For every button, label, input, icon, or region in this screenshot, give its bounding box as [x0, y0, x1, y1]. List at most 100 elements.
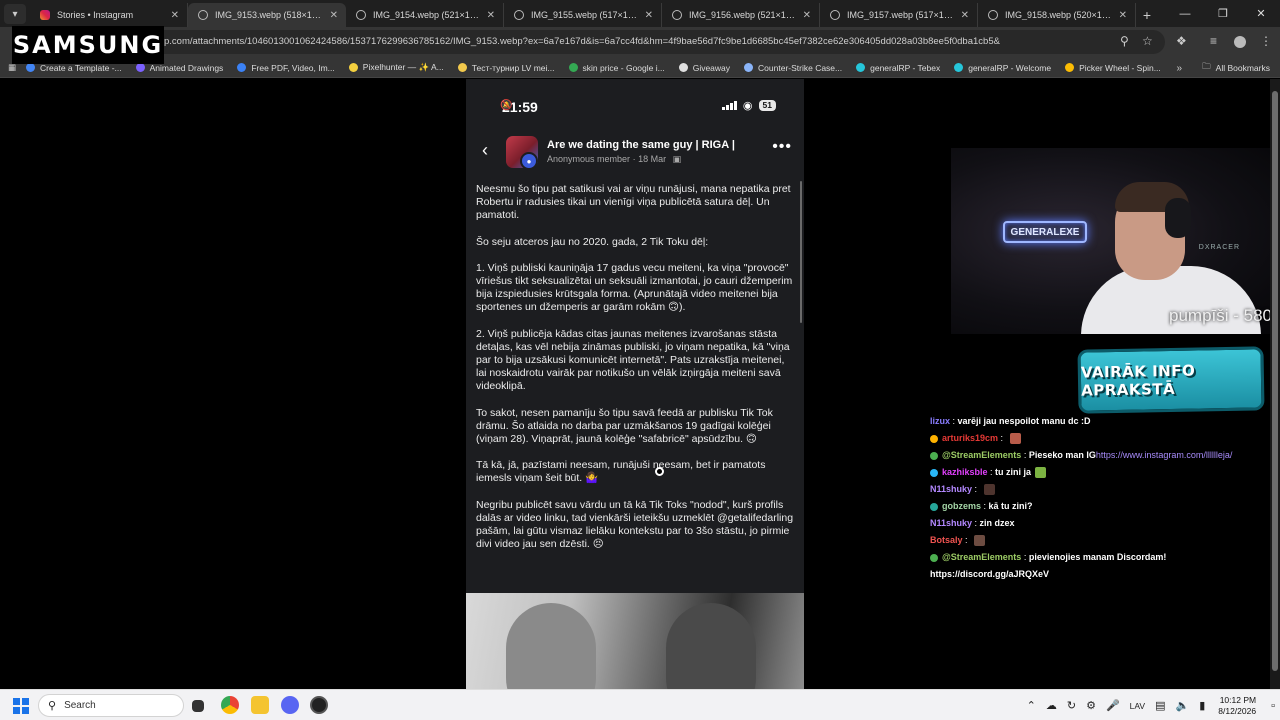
chat-emote-icon: [1035, 467, 1047, 478]
page-scrollbar[interactable]: [1270, 79, 1280, 689]
chat-username[interactable]: @StreamElements: [942, 447, 1021, 464]
url-bar[interactable]: p.com/attachments/1046013001062424586/15…: [150, 30, 1165, 54]
globe-icon: [198, 10, 208, 20]
bookmark-label: Giveaway: [692, 62, 731, 73]
tab-title: IMG_9153.webp (518×1024): [215, 10, 324, 20]
chat-link[interactable]: https://www.instagram.com/lllllleja/: [1096, 447, 1233, 464]
back-icon[interactable]: ‹: [482, 140, 488, 161]
chevron-up-icon[interactable]: ⌃: [1027, 699, 1036, 712]
tab-search-button[interactable]: ▾: [4, 4, 26, 24]
post-header: ‹ ● Are we dating the same guy | RIGA | …: [466, 134, 804, 170]
notification-icon[interactable]: ▫: [1271, 700, 1275, 712]
chat-text: Pieseko man IG: [1028, 450, 1096, 460]
chrome-icon[interactable]: [221, 696, 239, 714]
taskbar-search[interactable]: ⚲ Search: [38, 694, 184, 717]
neon-sign: GENERALEXE: [1003, 221, 1087, 243]
browser-tab[interactable]: IMG_9155.webp (517×1024) ✕: [504, 3, 662, 27]
chat-username[interactable]: Botsaly: [930, 532, 963, 549]
taskbar-clock[interactable]: 10:12 PM 8/12/2026: [1218, 695, 1256, 717]
bookmark-item[interactable]: Тест-турнир LV mei...: [457, 62, 555, 73]
bookmark-item[interactable]: Create a Template -...: [26, 63, 122, 73]
chat-separator: :: [972, 518, 980, 528]
bookmark-item[interactable]: Free PDF, Video, Im...: [237, 63, 335, 73]
browser-tab[interactable]: IMG_9158.webp (520×1024) ✕: [978, 3, 1136, 27]
browser-tab[interactable]: Stories • Instagram ✕: [30, 3, 188, 27]
post-photo[interactable]: [466, 593, 804, 689]
chat-username[interactable]: arturiks19cm: [942, 430, 998, 447]
instagram-icon: [40, 10, 50, 20]
discord-icon[interactable]: [281, 696, 299, 714]
bookmark-item[interactable]: generalRP - Welcome: [954, 63, 1051, 73]
microphone-icon[interactable]: 🎤: [1106, 699, 1120, 712]
maximize-icon[interactable]: ❐: [1204, 0, 1242, 27]
tray-app-icon[interactable]: ☁: [1046, 699, 1057, 712]
minimize-icon[interactable]: —: [1166, 0, 1204, 27]
zoom-icon[interactable]: ⚲: [1120, 34, 1129, 48]
settings-icon[interactable]: ⚙: [1086, 699, 1096, 712]
chat-username[interactable]: N11shuky: [930, 515, 972, 532]
chat-username[interactable]: N11shuky: [930, 481, 972, 498]
bookmark-item[interactable]: Pixelhunter — ✨ A...: [348, 62, 444, 73]
tab-close-icon[interactable]: ✕: [330, 10, 338, 21]
bookmark-item[interactable]: skin price - Google i...: [568, 62, 665, 73]
browser-menu-icon[interactable]: ⋮: [1260, 34, 1272, 48]
tab-close-icon[interactable]: ✕: [1119, 10, 1127, 21]
chat-username[interactable]: gobzems: [942, 498, 981, 515]
task-view-icon[interactable]: [192, 700, 204, 712]
sync-icon[interactable]: ↻: [1067, 699, 1076, 712]
more-options-icon[interactable]: •••: [772, 138, 792, 156]
profile-avatar[interactable]: [1234, 36, 1246, 48]
bookmark-item[interactable]: generalRP - Tebex: [856, 63, 940, 73]
tab-close-icon[interactable]: ✕: [487, 10, 495, 21]
browser-tab[interactable]: IMG_9156.webp (521×1024) ✕: [662, 3, 820, 27]
chat-message: gobzems : kā tu zini?: [930, 498, 1270, 515]
page-scrollbar-thumb[interactable]: [1272, 91, 1278, 671]
network-icon[interactable]: ▤: [1155, 699, 1165, 712]
chat-username[interactable]: @StreamElements: [942, 549, 1021, 566]
group-title[interactable]: Are we dating the same guy | RIGA |: [547, 139, 735, 151]
file-explorer-icon[interactable]: [251, 696, 269, 714]
bookmark-item[interactable]: Animated Drawings: [135, 63, 223, 73]
audience-icon: ▣: [672, 154, 682, 164]
chat-separator: :: [950, 416, 958, 426]
chat-separator: :: [962, 535, 971, 545]
all-bookmarks-button[interactable]: 🗀 All Bookmarks: [1202, 58, 1270, 78]
chat-badge-icon: [930, 468, 938, 477]
browser-tab[interactable]: IMG_9153.webp (518×1024) ✕: [188, 3, 346, 27]
webcam-feed: GENERALEXE DXRACER pumpīši - 580: [951, 148, 1280, 334]
language-indicator[interactable]: LAV: [1130, 701, 1145, 711]
browser-tab[interactable]: IMG_9154.webp (521×1024) ✕: [346, 3, 504, 27]
bookmark-star-icon[interactable]: ☆: [1142, 34, 1153, 48]
extensions-icon[interactable]: ❖: [1176, 34, 1187, 48]
browser-tab[interactable]: IMG_9157.webp (517×1024) ✕: [820, 3, 978, 27]
tab-close-icon[interactable]: ✕: [803, 10, 811, 21]
browser-tab-bar: ▾ Stories • Instagram ✕ IMG_9153.webp (518…: [0, 0, 1280, 27]
tab-close-icon[interactable]: ✕: [645, 10, 653, 21]
new-tab-button[interactable]: +: [1136, 3, 1158, 27]
battery-tray-icon[interactable]: ▮: [1199, 699, 1205, 712]
bookmark-label: Тест-турнир LV mei...: [471, 62, 555, 73]
post-scrollbar[interactable]: [800, 181, 802, 323]
bookmark-label: skin price - Google i...: [582, 62, 665, 73]
window-controls: — ❐ ✕: [1166, 0, 1280, 27]
tab-close-icon[interactable]: ✕: [961, 10, 969, 21]
chat-message: N11shuky :: [930, 481, 1270, 498]
windows-start-icon[interactable]: [13, 698, 29, 714]
bell-muted-icon: 🔕: [500, 100, 513, 111]
media-icon[interactable]: ≡: [1210, 34, 1217, 48]
chat-username[interactable]: lizux: [930, 413, 950, 430]
tab-title: IMG_9155.webp (517×1024): [531, 10, 639, 20]
globe-icon: [514, 10, 524, 20]
chat-username[interactable]: kazhiksble: [942, 464, 988, 481]
more-bookmarks-icon[interactable]: »: [1176, 58, 1182, 78]
obs-icon[interactable]: [310, 696, 328, 714]
bookmark-item[interactable]: Picker Wheel - Spin...: [1065, 63, 1161, 73]
bookmark-item[interactable]: Counter-Strike Case...: [744, 63, 842, 73]
tab-close-icon[interactable]: ✕: [171, 10, 179, 21]
bookmark-item[interactable]: Giveaway: [678, 62, 731, 73]
chat-message: kazhiksble : tu zini ja: [930, 464, 1270, 481]
close-icon[interactable]: ✕: [1242, 0, 1280, 27]
globe-icon: [830, 10, 840, 20]
bookmarks-bar: ▦ Create a Template -... Animated Drawing…: [0, 58, 1280, 78]
volume-icon[interactable]: 🔈: [1176, 699, 1190, 712]
